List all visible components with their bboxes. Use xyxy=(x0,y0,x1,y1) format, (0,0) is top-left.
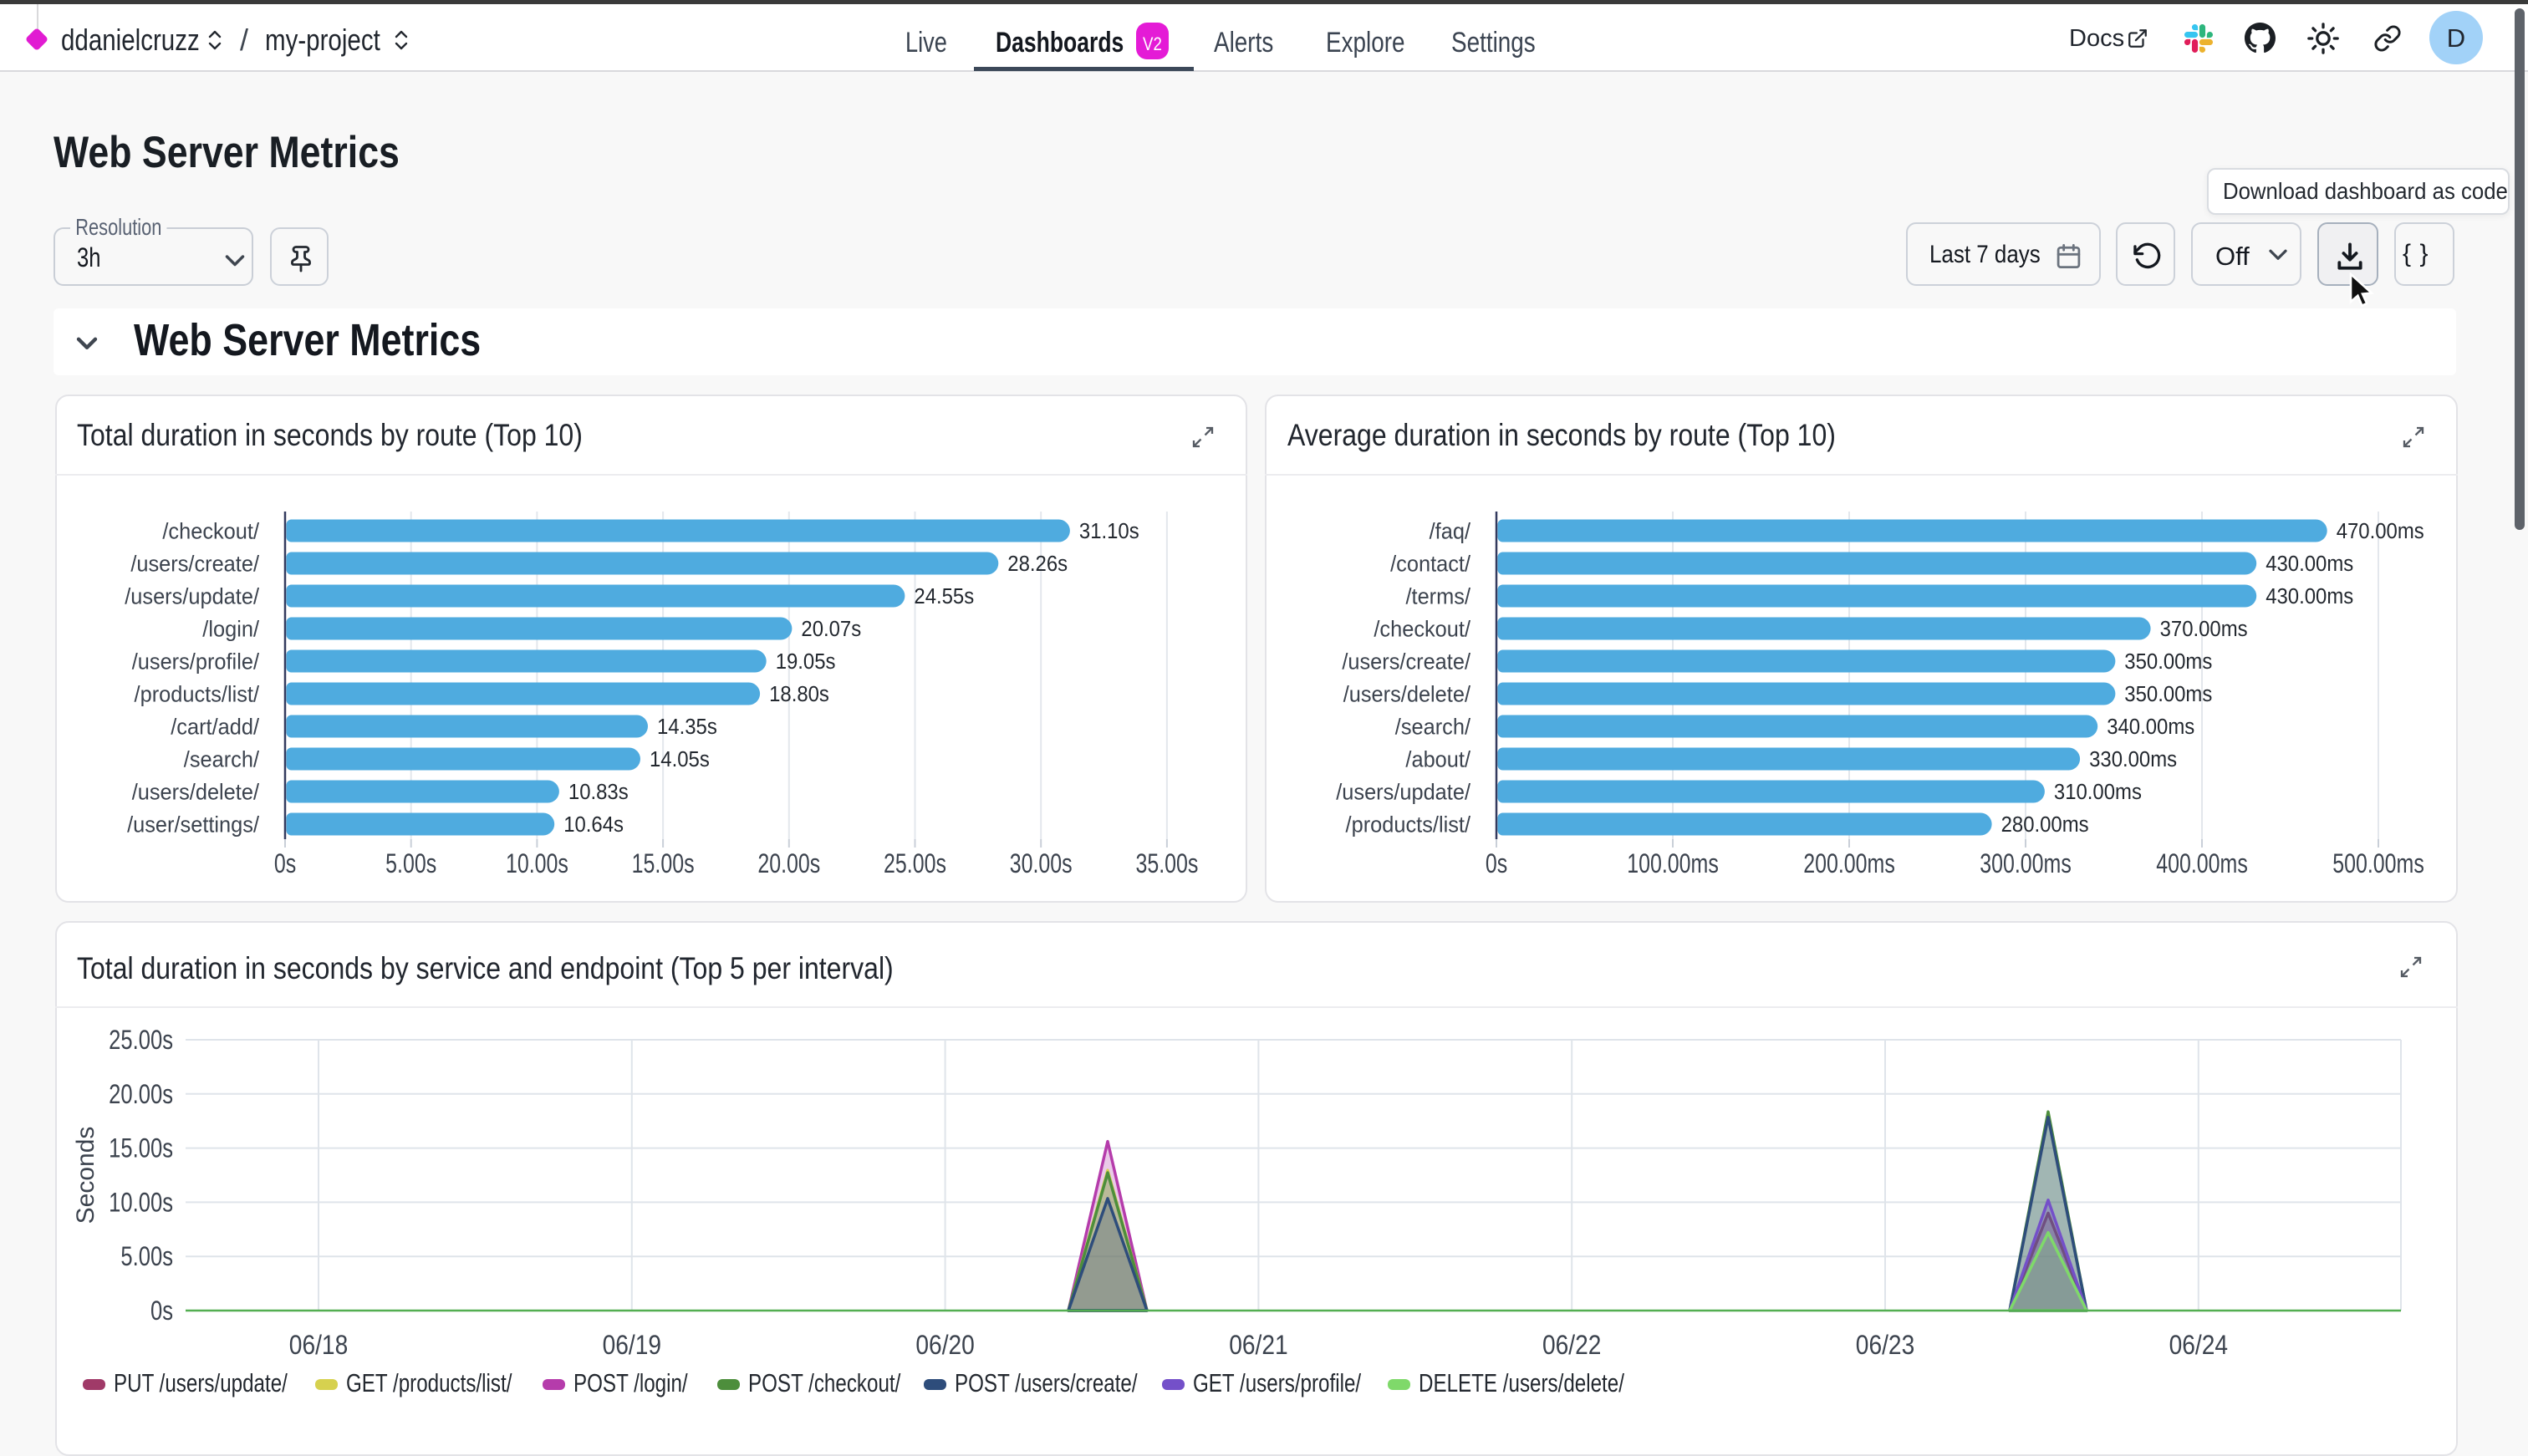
svg-text:340.00ms: 340.00ms xyxy=(2107,715,2194,739)
svg-text:370.00ms: 370.00ms xyxy=(2160,617,2248,641)
svg-text:500.00ms: 500.00ms xyxy=(2332,849,2424,879)
svg-text:15.00s: 15.00s xyxy=(632,849,695,879)
svg-text:0s: 0s xyxy=(150,1296,173,1326)
svg-text:5.00s: 5.00s xyxy=(120,1243,173,1272)
svg-text:20.07s: 20.07s xyxy=(801,617,861,641)
svg-text:430.00ms: 430.00ms xyxy=(2266,584,2353,608)
svg-text:/users/update/: /users/update/ xyxy=(1336,779,1470,805)
svg-text:10.64s: 10.64s xyxy=(563,812,624,837)
svg-text:15.00s: 15.00s xyxy=(109,1134,173,1163)
svg-text:/search/: /search/ xyxy=(1395,714,1471,740)
svg-text:18.80s: 18.80s xyxy=(769,682,829,706)
svg-text:10.00s: 10.00s xyxy=(506,849,568,879)
svg-text:430.00ms: 430.00ms xyxy=(2266,552,2353,576)
svg-text:35.00s: 35.00s xyxy=(1135,849,1198,879)
svg-text:/terms/: /terms/ xyxy=(1405,583,1470,609)
svg-text:/about/: /about/ xyxy=(1405,746,1470,772)
svg-text:/contact/: /contact/ xyxy=(1390,551,1471,577)
svg-text:/user/settings/: /user/settings/ xyxy=(127,812,260,837)
svg-text:28.26s: 28.26s xyxy=(1007,552,1068,576)
svg-text:10.00s: 10.00s xyxy=(109,1189,173,1218)
svg-text:100.00ms: 100.00ms xyxy=(1627,849,1719,879)
svg-text:25.00s: 25.00s xyxy=(109,1026,173,1055)
svg-text:300.00ms: 300.00ms xyxy=(1980,849,2072,879)
svg-text:/checkout/: /checkout/ xyxy=(1374,616,1470,642)
svg-text:/users/delete/: /users/delete/ xyxy=(1343,681,1471,707)
svg-text:06/21: 06/21 xyxy=(1229,1331,1287,1360)
svg-text:20.00s: 20.00s xyxy=(109,1080,173,1109)
svg-text:0s: 0s xyxy=(1486,849,1507,879)
svg-text:/checkout/: /checkout/ xyxy=(162,518,259,544)
svg-text:350.00ms: 350.00ms xyxy=(2124,682,2212,706)
svg-text:20.00s: 20.00s xyxy=(757,849,820,879)
svg-text:24.55s: 24.55s xyxy=(914,584,974,608)
svg-text:14.05s: 14.05s xyxy=(650,747,710,771)
svg-text:310.00ms: 310.00ms xyxy=(2054,780,2142,804)
svg-text:10.83s: 10.83s xyxy=(568,780,629,804)
svg-text:06/22: 06/22 xyxy=(1542,1331,1601,1360)
svg-text:31.10s: 31.10s xyxy=(1079,519,1139,543)
svg-text:/users/create/: /users/create/ xyxy=(1342,649,1470,675)
svg-text:470.00ms: 470.00ms xyxy=(2337,519,2424,543)
svg-text:19.05s: 19.05s xyxy=(776,649,836,674)
svg-text:350.00ms: 350.00ms xyxy=(2124,649,2212,674)
svg-text:06/18: 06/18 xyxy=(289,1331,348,1360)
svg-text:400.00ms: 400.00ms xyxy=(2156,849,2248,879)
svg-text:Seconds: Seconds xyxy=(72,1127,99,1224)
svg-text:06/23: 06/23 xyxy=(1856,1331,1914,1360)
svg-text:/products/list/: /products/list/ xyxy=(1346,812,1471,837)
svg-text:06/20: 06/20 xyxy=(915,1331,974,1360)
svg-text:330.00ms: 330.00ms xyxy=(2089,747,2177,771)
svg-text:/products/list/: /products/list/ xyxy=(135,681,260,707)
svg-text:06/19: 06/19 xyxy=(603,1331,661,1360)
svg-text:/cart/add/: /cart/add/ xyxy=(171,714,259,740)
svg-text:30.00s: 30.00s xyxy=(1010,849,1073,879)
svg-text:14.35s: 14.35s xyxy=(657,715,717,739)
svg-text:/users/update/: /users/update/ xyxy=(125,583,259,609)
svg-text:/login/: /login/ xyxy=(202,616,259,642)
svg-text:25.00s: 25.00s xyxy=(884,849,946,879)
svg-text:5.00s: 5.00s xyxy=(385,849,436,879)
svg-text:/users/delete/: /users/delete/ xyxy=(132,779,260,805)
svg-text:/users/create/: /users/create/ xyxy=(130,551,259,577)
svg-text:280.00ms: 280.00ms xyxy=(2001,812,2089,837)
svg-text:/users/profile/: /users/profile/ xyxy=(132,649,260,675)
svg-text:06/24: 06/24 xyxy=(2169,1331,2228,1360)
svg-text:/search/: /search/ xyxy=(184,746,260,772)
svg-text:0s: 0s xyxy=(274,849,296,879)
svg-text:200.00ms: 200.00ms xyxy=(1803,849,1895,879)
svg-text:/faq/: /faq/ xyxy=(1430,518,1471,544)
